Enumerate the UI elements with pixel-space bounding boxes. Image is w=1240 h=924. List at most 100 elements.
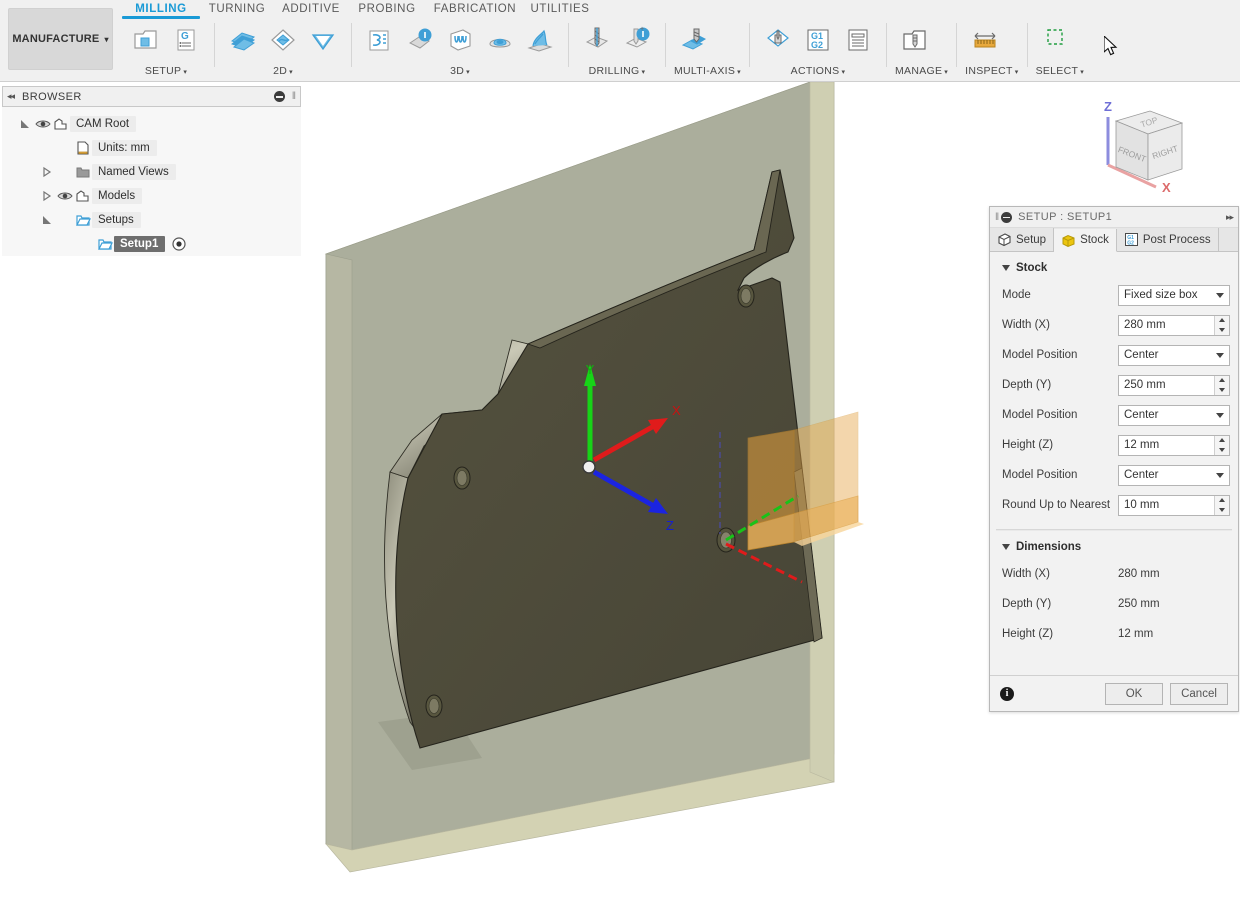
- panel-title--d[interactable]: 3D ▾: [360, 65, 560, 79]
- spinner-up-icon[interactable]: [1215, 376, 1229, 386]
- cancel-button[interactable]: Cancel: [1170, 682, 1228, 705]
- visibility-eye-icon[interactable]: [34, 117, 52, 131]
- bore-icon[interactable]: +: [617, 23, 657, 55]
- panel-title-setup[interactable]: SETUP ▾: [126, 65, 206, 79]
- panel-title--d[interactable]: 2D ▾: [223, 65, 343, 79]
- spinner-up-icon[interactable]: [1215, 316, 1229, 326]
- multi-axis-contour-icon[interactable]: [674, 23, 714, 55]
- measure-icon[interactable]: [965, 23, 1005, 55]
- ribbon-tab-fabrication[interactable]: FABRICATION: [426, 0, 524, 15]
- panel-title-label: SETUP: [144, 65, 182, 77]
- new-setup-icon[interactable]: [126, 23, 166, 55]
- scallop-icon[interactable]: [520, 23, 560, 55]
- panel-grip-icon[interactable]: ‖: [292, 91, 296, 102]
- dialog-tab-setup[interactable]: Setup: [990, 228, 1055, 251]
- visibility-eye-icon[interactable]: [56, 189, 74, 203]
- select-window-icon[interactable]: [1036, 23, 1076, 55]
- simulate-icon[interactable]: [758, 23, 798, 55]
- dimension-value-height-z: 12 mm: [1118, 628, 1154, 640]
- chevron-down-icon: [1216, 472, 1224, 478]
- contour-icon[interactable]: [480, 23, 520, 55]
- expander-collapsed-icon[interactable]: [38, 166, 56, 178]
- dialog-collapse-icon[interactable]: [1001, 211, 1013, 223]
- spinner-down-icon[interactable]: [1215, 505, 1229, 515]
- panel-separator: [665, 23, 666, 67]
- panel-title-multi-axis[interactable]: MULTI-AXIS ▾: [674, 65, 741, 79]
- setup-sheet-icon[interactable]: [838, 23, 878, 55]
- spinner-arrows[interactable]: [1214, 495, 1229, 515]
- info-icon[interactable]: i: [1000, 686, 1014, 701]
- panel-title-actions[interactable]: ACTIONS ▾: [758, 65, 878, 79]
- panel-title-manage[interactable]: MANAGE ▾: [895, 65, 948, 79]
- ok-button[interactable]: OK: [1105, 682, 1163, 705]
- tool-library-icon[interactable]: [895, 23, 935, 55]
- chevron-down-icon: ▾: [1080, 69, 1085, 76]
- tree-item-setups[interactable]: Setups: [2, 208, 301, 232]
- panel-title-label: INSPECT: [965, 65, 1013, 77]
- tree-item-models[interactable]: Models: [2, 184, 301, 208]
- post-process-icon[interactable]: G1 G2: [798, 23, 838, 55]
- spinner-up-icon[interactable]: [1215, 496, 1229, 506]
- ribbon-tab-milling[interactable]: MILLING: [122, 0, 200, 19]
- pocket-2d-icon[interactable]: [303, 23, 343, 55]
- stock-section-header[interactable]: Stock: [990, 256, 1238, 280]
- tree-item-units-mm[interactable]: Units: mm: [2, 136, 301, 160]
- spinner-down-icon[interactable]: [1215, 445, 1229, 455]
- parallel-icon[interactable]: [440, 23, 480, 55]
- face-icon[interactable]: [223, 23, 263, 55]
- expander-expanded-icon[interactable]: [38, 214, 56, 226]
- panel-title-drilling[interactable]: DRILLING ▾: [577, 65, 657, 79]
- document-icon: [74, 140, 92, 156]
- collapse-left-icon[interactable]: ◂◂: [7, 91, 15, 102]
- expander-expanded-icon[interactable]: [16, 118, 34, 130]
- ribbon-tab-additive[interactable]: ADDITIVE: [274, 0, 348, 15]
- input-height-z-5[interactable]: 12 mm: [1118, 434, 1230, 456]
- dialog-tab-stock[interactable]: Stock: [1054, 229, 1117, 252]
- stock-tab-icon: [1061, 233, 1076, 248]
- pocket-clearing-icon[interactable]: [400, 23, 440, 55]
- ribbon-tab-utilities[interactable]: UTILITIES: [524, 0, 596, 15]
- panel-separator: [351, 23, 352, 67]
- body-icon: [74, 188, 92, 204]
- expander-collapsed-icon[interactable]: [38, 190, 56, 202]
- tree-item-setup1[interactable]: Setup1: [2, 232, 301, 256]
- ribbon-tab-probing[interactable]: PROBING: [348, 0, 426, 15]
- view-cube[interactable]: Z X TOP FRONT RIGHT: [1078, 95, 1198, 195]
- dimensions-section-header[interactable]: Dimensions: [990, 535, 1238, 559]
- tree-item-cam-root[interactable]: CAM Root: [2, 112, 301, 136]
- panel-title-select[interactable]: SELECT ▾: [1036, 65, 1084, 79]
- spinner-down-icon[interactable]: [1215, 385, 1229, 395]
- minimize-icon[interactable]: [273, 91, 285, 102]
- input-round-up-to-nearest-7[interactable]: 10 mm: [1118, 494, 1230, 516]
- input-value: 12 mm: [1124, 439, 1160, 451]
- spinner-up-icon[interactable]: [1215, 436, 1229, 446]
- panel-separator: [568, 23, 569, 67]
- panel-title-inspect[interactable]: INSPECT ▾: [965, 65, 1018, 79]
- drill-icon[interactable]: [577, 23, 617, 55]
- select-model-position-2[interactable]: Center: [1118, 344, 1230, 366]
- spinner-arrows[interactable]: [1214, 315, 1229, 335]
- stock-section-title: Stock: [1016, 262, 1048, 274]
- select-mode-0[interactable]: Fixed size box: [1118, 284, 1230, 306]
- dimensions-rows: Width (X) 280 mm Depth (Y) 250 mm Height (Z)…: [990, 559, 1238, 649]
- workspace-switcher-button[interactable]: MANUFACTURE ▾: [8, 8, 113, 70]
- spinner-down-icon[interactable]: [1215, 325, 1229, 335]
- stock-fields: Mode Fixed size box Width (X) 280 mm Model P…: [990, 280, 1238, 520]
- ribbon-tab-turning[interactable]: TURNING: [200, 0, 274, 15]
- tree-item-named-views[interactable]: Named Views: [2, 160, 301, 184]
- spinner-arrows[interactable]: [1214, 435, 1229, 455]
- spinner-arrows[interactable]: [1214, 375, 1229, 395]
- adaptive-clearing-icon[interactable]: [360, 23, 400, 55]
- svg-text:G2: G2: [1127, 241, 1134, 247]
- expand-right-icon[interactable]: ▸▸: [1226, 212, 1234, 223]
- dialog-tab-post-process[interactable]: G1 G2 Post Process: [1117, 228, 1219, 251]
- select-model-position-6[interactable]: Center: [1118, 464, 1230, 486]
- ncprogram-icon[interactable]: G: [166, 23, 206, 55]
- active-setup-radio[interactable]: [172, 237, 186, 251]
- input-width-x-1[interactable]: 280 mm: [1118, 314, 1230, 336]
- ribbon-panel-inspect: INSPECT ▾: [959, 21, 1024, 81]
- dialog-grip-icon[interactable]: ‖: [995, 212, 999, 223]
- adaptive-2d-icon[interactable]: [263, 23, 303, 55]
- input-depth-y-3[interactable]: 250 mm: [1118, 374, 1230, 396]
- select-model-position-4[interactable]: Center: [1118, 404, 1230, 426]
